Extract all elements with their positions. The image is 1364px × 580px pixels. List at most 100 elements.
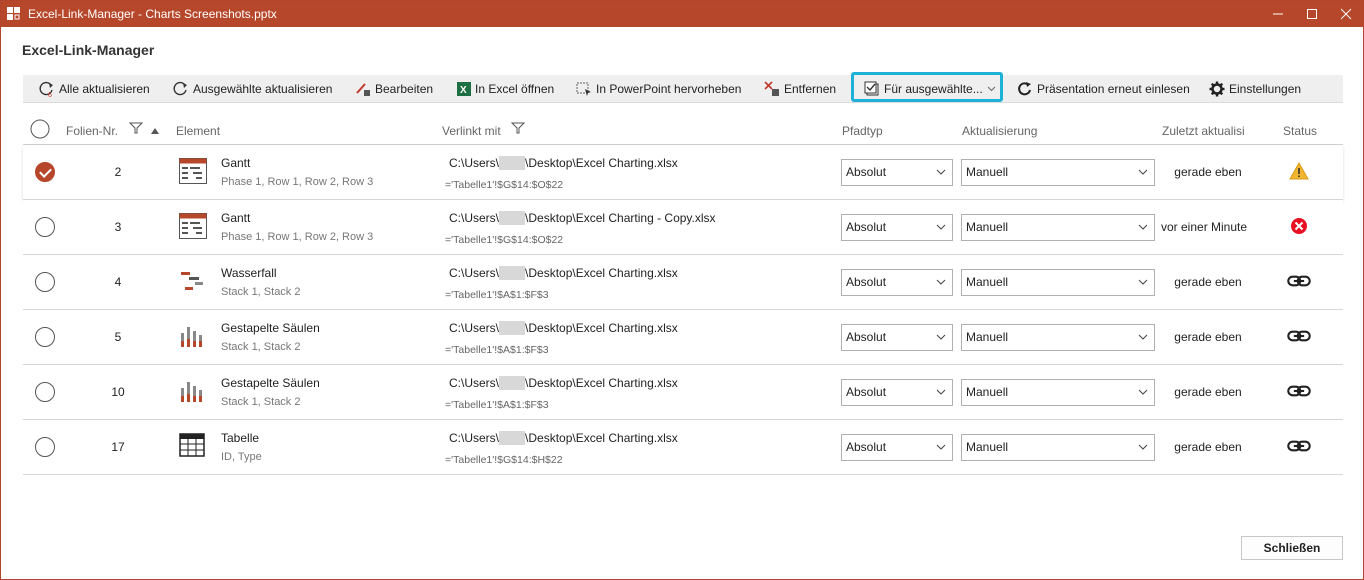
chevron-down-icon xyxy=(936,444,946,450)
redacted-username xyxy=(499,211,526,225)
update-mode-select[interactable]: Manuell xyxy=(961,324,1155,351)
remove-label: Entfernen xyxy=(784,82,837,96)
path-type-select[interactable]: Absolut xyxy=(841,324,953,351)
update-mode-select[interactable]: Manuell xyxy=(961,434,1155,461)
remove-icon xyxy=(764,81,779,96)
update-all-button[interactable]: 6 Alle aktualisieren xyxy=(39,75,150,103)
row-select-radio[interactable] xyxy=(35,327,55,347)
maximize-icon[interactable] xyxy=(1295,1,1329,27)
open-excel-button[interactable]: X In Excel öffnen xyxy=(457,75,554,103)
slide-number: 3 xyxy=(114,220,122,234)
element-name: Gestapelte Säulen xyxy=(221,376,320,390)
row-select-radio[interactable] xyxy=(35,217,55,237)
gantt-icon xyxy=(179,158,207,184)
row-select-radio[interactable] xyxy=(35,437,55,457)
update-mode-select[interactable]: Manuell xyxy=(961,159,1155,186)
highlight-cursor-icon xyxy=(576,82,591,96)
chevron-down-icon xyxy=(936,169,946,175)
chevron-down-icon xyxy=(936,389,946,395)
link-range: ='Tabelle1'!$A$1:$F$3 xyxy=(445,344,549,356)
reload-icon xyxy=(1018,82,1031,96)
col-linked-with: Verlinkt mit xyxy=(442,124,501,138)
filter-icon[interactable] xyxy=(510,121,526,138)
close-dialog-button[interactable]: Schließen xyxy=(1241,536,1343,560)
link-path: C:\Users\ \Desktop\Excel Charting.xlsx xyxy=(449,431,678,445)
close-icon[interactable] xyxy=(1329,1,1363,27)
link-range: ='Tabelle1'!$A$1:$F$3 xyxy=(445,399,549,411)
table-row[interactable]: 2 Gantt Phase 1, Row 1, Row 2, Row 3 C:\… xyxy=(23,145,1343,200)
sort-asc-icon[interactable] xyxy=(151,123,159,137)
focus-highlight xyxy=(851,72,1003,102)
refresh-badge-icon: 6 xyxy=(39,81,53,97)
filter-icon[interactable] xyxy=(128,121,144,138)
link-path: C:\Users\ \Desktop\Excel Charting.xlsx xyxy=(449,156,678,170)
window-controls xyxy=(1261,1,1363,27)
element-details: Phase 1, Row 1, Row 2, Row 3 xyxy=(221,231,374,243)
row-select-radio[interactable] xyxy=(35,382,55,402)
col-slide-no[interactable]: Folien-Nr. xyxy=(66,124,118,138)
table-header: Folien-Nr. Element Verlinkt mit Pfadtyp … xyxy=(23,119,1343,145)
chevron-down-icon xyxy=(1138,389,1148,395)
select-all-radio[interactable] xyxy=(30,119,50,142)
col-update: Aktualisierung xyxy=(962,124,1038,138)
last-updated: gerade eben xyxy=(1174,330,1242,344)
table-row[interactable]: 5 Gestapelte Säulen Stack 1, Stack 2 C:\… xyxy=(23,310,1343,365)
settings-button[interactable]: Einstellungen xyxy=(1209,75,1301,103)
excel-icon: X xyxy=(457,82,471,96)
slide-number: 5 xyxy=(114,330,122,344)
update-selected-label: Ausgewählte aktualisieren xyxy=(193,82,333,96)
update-selected-button[interactable]: Ausgewählte aktualisieren xyxy=(173,75,332,103)
chevron-down-icon xyxy=(1138,444,1148,450)
element-details: Stack 1, Stack 2 xyxy=(221,396,301,408)
remove-button[interactable]: Entfernen xyxy=(764,75,836,103)
element-name: Gantt xyxy=(221,156,251,170)
row-select-radio[interactable] xyxy=(35,272,55,292)
update-mode-select[interactable]: Manuell xyxy=(961,269,1155,296)
highlight-ppt-button[interactable]: In PowerPoint hervorheben xyxy=(576,75,741,103)
path-type-select[interactable]: Absolut xyxy=(841,159,953,186)
minimize-icon[interactable] xyxy=(1261,1,1295,27)
open-excel-label: In Excel öffnen xyxy=(475,82,555,96)
last-updated: gerade eben xyxy=(1174,165,1242,179)
element-details: Phase 1, Row 1, Row 2, Row 3 xyxy=(221,176,374,188)
table-row[interactable]: 3 Gantt Phase 1, Row 1, Row 2, Row 3 C:\… xyxy=(23,200,1343,255)
title-bar: Excel-Link-Manager - Charts Screenshots.… xyxy=(1,1,1363,27)
col-last-updated: Zuletzt aktualisi xyxy=(1162,124,1245,138)
link-path: C:\Users\ \Desktop\Excel Charting.xlsx xyxy=(449,321,678,335)
update-mode-select[interactable]: Manuell xyxy=(961,379,1155,406)
settings-label: Einstellungen xyxy=(1229,82,1302,96)
col-status: Status xyxy=(1283,124,1318,138)
table-row[interactable]: 17 Tabelle ID, Type C:\Users\ \Desktop\Ex… xyxy=(23,420,1343,475)
link-icon xyxy=(1287,381,1311,401)
path-type-select[interactable]: Absolut xyxy=(841,379,953,406)
last-updated: vor einer Minute xyxy=(1161,220,1248,234)
table-row[interactable]: 4 Wasserfall Stack 1, Stack 2 C:\Users\ \… xyxy=(23,255,1343,310)
slide-number: 2 xyxy=(114,165,122,179)
chevron-down-icon xyxy=(1138,169,1148,175)
table-row[interactable]: 10 Gestapelte Säulen Stack 1, Stack 2 C:… xyxy=(23,365,1343,420)
path-type-select[interactable]: Absolut xyxy=(841,214,953,241)
redacted-username xyxy=(499,156,526,170)
chevron-down-icon xyxy=(936,279,946,285)
link-range: ='Tabelle1'!$A$1:$F$3 xyxy=(445,289,549,301)
svg-text:X: X xyxy=(460,85,467,96)
edit-pencil-icon xyxy=(356,83,370,96)
link-range: ='Tabelle1'!$G$14:$O$22 xyxy=(445,179,564,191)
chevron-down-icon xyxy=(1138,334,1148,340)
path-type-select[interactable]: Absolut xyxy=(841,269,953,296)
update-mode-select[interactable]: Manuell xyxy=(961,214,1155,241)
element-details: Stack 1, Stack 2 xyxy=(221,341,301,353)
redacted-username xyxy=(499,266,526,280)
warning-icon xyxy=(1287,161,1311,181)
link-path: C:\Users\ \Desktop\Excel Charting.xlsx xyxy=(449,376,678,390)
app-window: Excel-Link-Manager - Charts Screenshots.… xyxy=(0,0,1364,580)
page-title: Excel-Link-Manager xyxy=(22,42,155,58)
edit-button[interactable]: Bearbeiten xyxy=(355,75,433,103)
refresh-icon xyxy=(173,81,187,96)
table-icon xyxy=(179,433,207,459)
row-select-radio[interactable] xyxy=(35,162,55,182)
slide-number: 10 xyxy=(111,385,125,399)
path-type-select[interactable]: Absolut xyxy=(841,434,953,461)
reload-presentation-button[interactable]: Präsentation erneut einlesen xyxy=(1017,75,1190,103)
gear-icon xyxy=(1209,81,1225,97)
